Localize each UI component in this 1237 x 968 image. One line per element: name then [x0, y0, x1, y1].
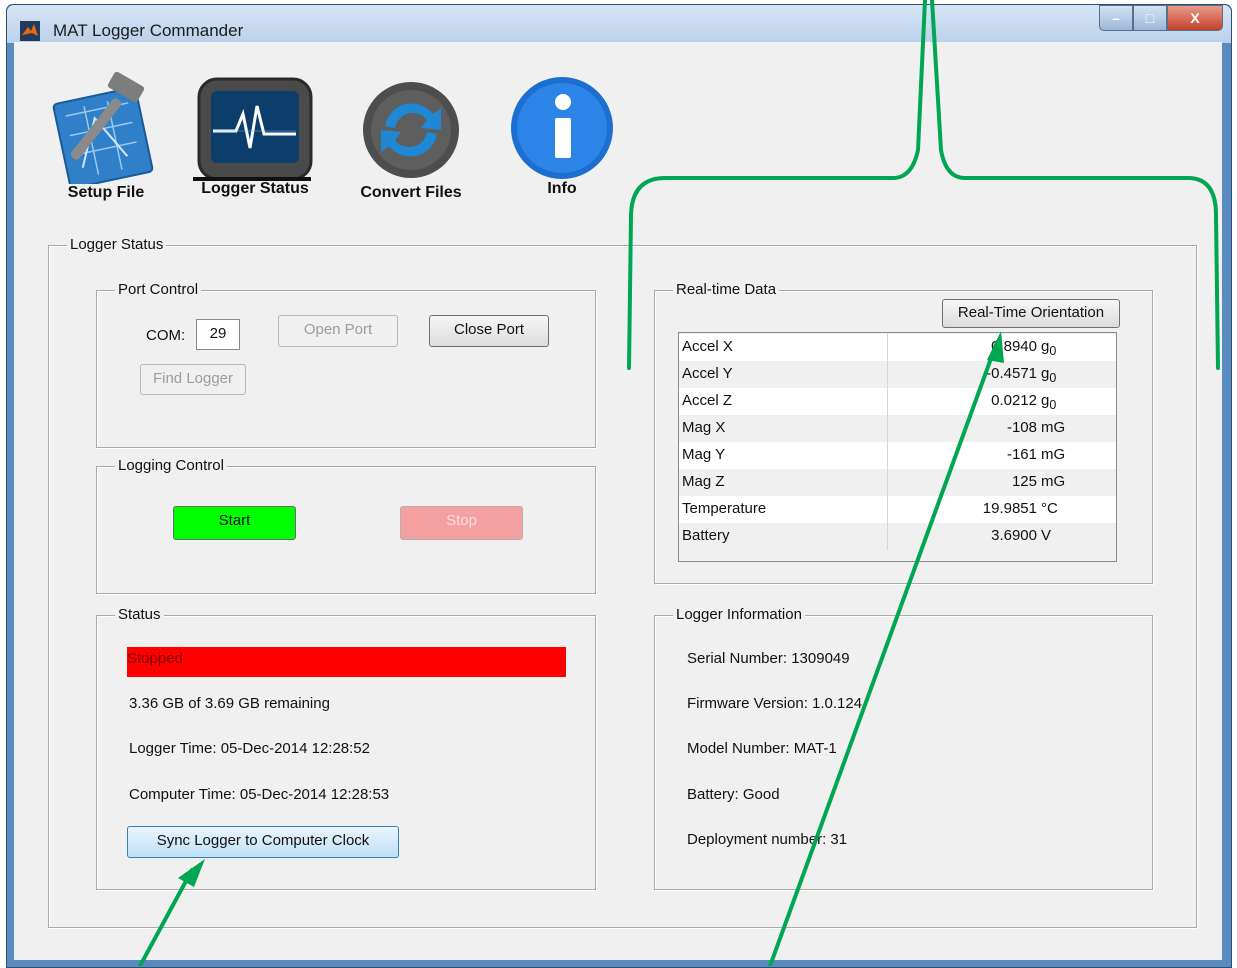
minimize-icon: – — [1112, 10, 1120, 26]
row-label: Mag Y — [682, 446, 726, 463]
info-icon — [511, 77, 613, 179]
battery-status: Battery: Good — [687, 786, 780, 803]
matlab-icon — [20, 21, 40, 41]
row-unit: V — [1041, 527, 1052, 544]
group-title: Logger Status — [67, 236, 167, 253]
row-unit: g0 — [1041, 365, 1057, 385]
toolbar-convert-files[interactable]: Convert Files — [351, 78, 471, 202]
realtime-data-table: Accel X 0.8940 g0 Accel Y -0.4571 g0 Acc… — [678, 332, 1117, 562]
toolbar-label: Info — [547, 180, 577, 197]
row-value: -108 — [1006, 419, 1037, 436]
com-port-input[interactable]: 29 — [196, 319, 240, 350]
status-indicator-bar: Stopped — [127, 647, 566, 677]
active-tab-indicator — [193, 177, 311, 181]
group-title: Logger Information — [673, 606, 805, 623]
row-unit: mG — [1041, 419, 1066, 436]
close-port-button[interactable]: Close Port — [429, 315, 549, 347]
table-row: Mag X -108 mG — [679, 415, 1116, 442]
start-button[interactable]: Start — [173, 506, 296, 540]
row-value: 19.9851 — [982, 500, 1037, 517]
window-title: MAT Logger Commander — [53, 21, 244, 40]
minimize-button[interactable]: – — [1099, 5, 1133, 31]
maximize-icon: □ — [1145, 10, 1155, 26]
row-value: -161 — [1006, 446, 1037, 463]
row-label: Mag X — [682, 419, 726, 436]
row-unit: g0 — [1041, 338, 1057, 358]
group-title: Logging Control — [115, 457, 227, 474]
table-row: Mag Y -161 mG — [679, 442, 1116, 469]
storage-remaining: 3.36 GB of 3.69 GB remaining — [129, 695, 330, 712]
toolbar-label: Setup File — [67, 184, 145, 201]
table-row: Mag Z 125 mG — [679, 469, 1116, 496]
row-value: 0.0212 — [991, 392, 1037, 409]
row-unit: °C — [1041, 500, 1058, 517]
group-title: Port Control — [115, 281, 202, 298]
toolbar-setup-file[interactable]: Setup File — [50, 71, 162, 202]
close-button[interactable]: X — [1167, 5, 1223, 31]
row-label: Accel Z — [682, 392, 733, 409]
toolbar-info[interactable]: Info — [507, 74, 617, 198]
refresh-arrows-icon — [363, 82, 459, 178]
firmware-version: Firmware Version: 1.0.124 — [687, 695, 863, 712]
row-unit: g0 — [1041, 392, 1057, 412]
table-row: Temperature 19.9851 °C — [679, 496, 1116, 523]
maximize-button[interactable]: □ — [1133, 5, 1167, 31]
row-label: Temperature — [682, 500, 767, 517]
row-label: Accel Y — [682, 365, 733, 382]
close-icon: X — [1190, 10, 1200, 26]
group-title: Real-time Data — [673, 281, 780, 298]
status-text: Stopped — [127, 650, 183, 667]
row-value: 125 — [1011, 473, 1037, 490]
row-unit: mG — [1041, 446, 1066, 463]
row-value: 3.6900 — [991, 527, 1037, 544]
hammer-blueprint-icon — [52, 71, 154, 189]
serial-number: Serial Number: 1309049 — [687, 650, 850, 667]
row-label: Battery — [682, 527, 730, 544]
find-logger-button[interactable]: Find Logger — [140, 364, 246, 395]
title-bar: MAT Logger Commander – □ X — [7, 5, 1231, 43]
row-value: -0.4571 — [986, 365, 1037, 382]
table-row: Accel Y -0.4571 g0 — [679, 361, 1116, 388]
deployment-number: Deployment number: 31 — [687, 831, 848, 848]
row-label: Accel X — [682, 338, 733, 355]
group-title: Status — [115, 606, 164, 623]
table-row: Accel Z 0.0212 g0 — [679, 388, 1116, 415]
monitor-pulse-icon — [197, 77, 313, 181]
com-label: COM: — [146, 327, 186, 344]
stop-button[interactable]: Stop — [400, 506, 523, 540]
table-row: Battery 3.6900 V — [679, 523, 1116, 550]
logger-time: Logger Time: 05-Dec-2014 12:28:52 — [129, 740, 370, 757]
open-port-button[interactable]: Open Port — [278, 315, 398, 347]
model-number: Model Number: MAT-1 — [687, 740, 837, 757]
sync-clock-button[interactable]: Sync Logger to Computer Clock — [127, 826, 399, 858]
realtime-orientation-button[interactable]: Real-Time Orientation — [942, 299, 1120, 328]
row-unit: mG — [1041, 473, 1066, 490]
row-label: Mag Z — [682, 473, 725, 490]
toolbar-label: Convert Files — [360, 184, 462, 201]
row-value: 0.8940 — [991, 338, 1037, 355]
table-row: Accel X 0.8940 g0 — [679, 334, 1116, 361]
computer-time: Computer Time: 05-Dec-2014 12:28:53 — [129, 786, 390, 803]
toolbar-label: Logger Status — [201, 180, 309, 197]
